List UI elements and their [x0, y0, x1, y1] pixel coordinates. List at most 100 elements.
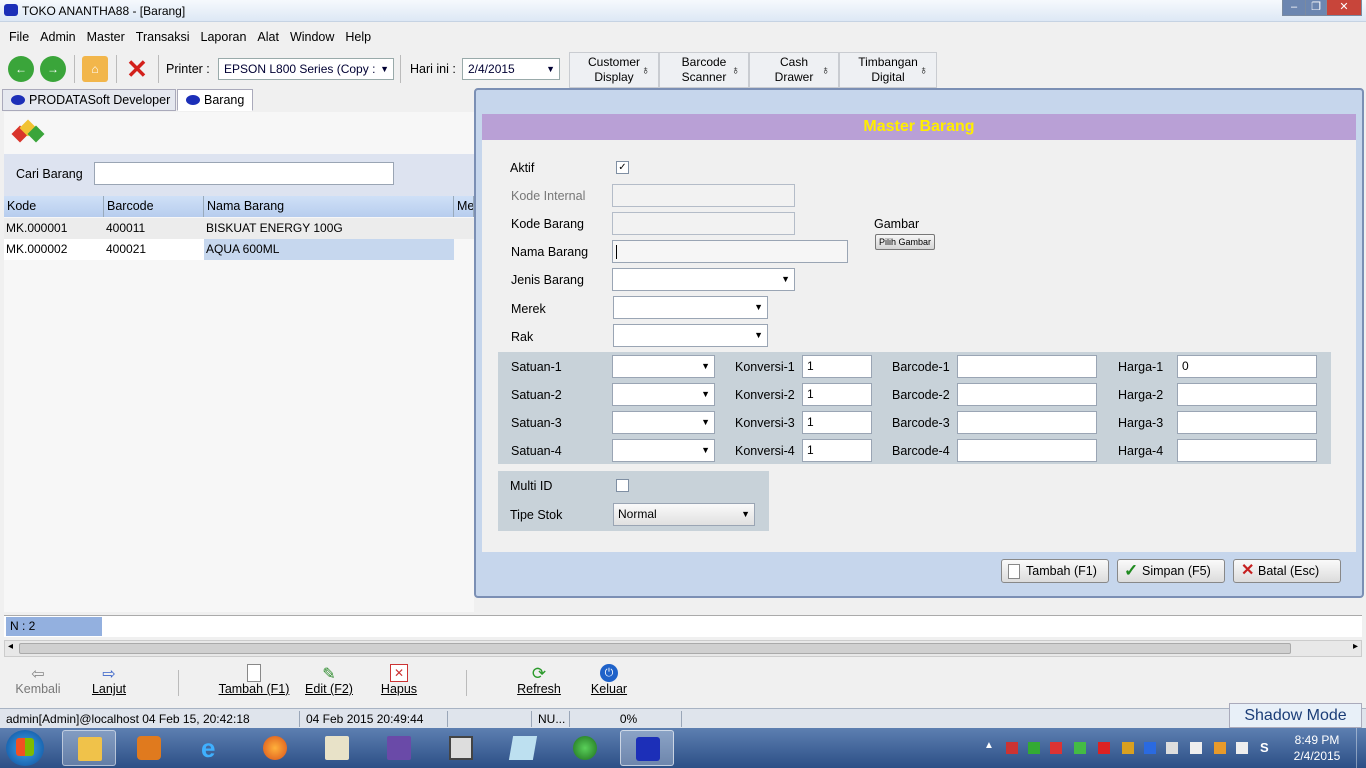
scroll-right-icon[interactable]: ▸ — [1353, 641, 1358, 652]
harga-4-input[interactable] — [1177, 439, 1317, 462]
scroll-left-icon[interactable]: ◂ — [8, 641, 13, 652]
edit-toolbar-button[interactable]: ✎ Edit (F2) — [301, 662, 357, 704]
tray-icon-8[interactable] — [1166, 742, 1178, 754]
taskbar-toko-app[interactable] — [620, 730, 674, 766]
cash-drawer-button[interactable]: Cash Drawer ♁ — [749, 52, 839, 88]
menu-file[interactable]: File — [9, 26, 29, 48]
start-button[interactable] — [6, 730, 44, 766]
tray-icon-6[interactable] — [1122, 742, 1134, 754]
pilih-gambar-button[interactable]: Pilih Gambar — [875, 234, 935, 250]
nama-barang-input[interactable] — [612, 240, 848, 263]
kode-barang-input[interactable] — [612, 212, 795, 235]
tray-icon-4[interactable] — [1074, 742, 1086, 754]
tray-icon-7[interactable] — [1144, 742, 1156, 754]
merek-label: Merek — [511, 302, 546, 316]
barcode-3-input[interactable] — [957, 411, 1097, 434]
harga-2-input[interactable] — [1177, 383, 1317, 406]
satuan-4-select[interactable]: ▼ — [612, 439, 715, 462]
taskbar-app-purple[interactable] — [372, 730, 426, 766]
konversi-3-input[interactable]: 1 — [802, 411, 872, 434]
home-icon[interactable]: ⌂ — [82, 56, 108, 82]
col-header-kode[interactable]: Kode — [4, 196, 104, 217]
jenis-barang-select[interactable]: ▼ — [612, 268, 795, 291]
tray-icon-9[interactable] — [1190, 742, 1202, 754]
keluar-button[interactable]: ⏻ Keluar — [588, 662, 630, 704]
horizontal-scrollbar[interactable]: ◂ ▸ — [4, 640, 1362, 657]
tab-barang[interactable]: Barang — [177, 89, 253, 111]
menu-window[interactable]: Window — [290, 26, 334, 48]
batal-button[interactable]: ✕ Batal (Esc) — [1233, 559, 1341, 583]
refresh-button[interactable]: ⟳ Refresh — [514, 662, 564, 704]
konversi-1-input[interactable]: 1 — [802, 355, 872, 378]
show-desktop-button[interactable] — [1356, 728, 1366, 768]
tab-prodatasoft-developer[interactable]: PRODATASoft Developer — [2, 89, 176, 111]
menu-alat[interactable]: Alat — [257, 26, 279, 48]
minimize-button[interactable]: – — [1282, 0, 1306, 16]
hapus-toolbar-button[interactable]: ✕ Hapus — [378, 662, 420, 704]
customer-display-button[interactable]: Customer Display ♁ — [569, 52, 659, 88]
menu-transaksi[interactable]: Transaksi — [136, 26, 190, 48]
shadow-mode-badge[interactable]: Shadow Mode — [1229, 703, 1362, 728]
internet-explorer-icon: e — [201, 733, 216, 763]
col-header-merek[interactable]: Me — [454, 196, 474, 217]
back-arrow-icon[interactable]: ← — [8, 56, 34, 82]
taskbar-app-window[interactable] — [434, 730, 488, 766]
menu-laporan[interactable]: Laporan — [201, 26, 247, 48]
tambah-toolbar-button[interactable]: Tambah (F1) — [214, 662, 294, 704]
tambah-button[interactable]: Tambah (F1) — [1001, 559, 1109, 583]
scroll-thumb[interactable] — [19, 643, 1291, 654]
taskbar-app-notes[interactable] — [496, 730, 550, 766]
col-header-nama-barang[interactable]: Nama Barang — [204, 196, 454, 217]
lanjut-button[interactable]: ⇨ Lanjut — [86, 662, 132, 704]
aktif-checkbox[interactable]: ✓ — [616, 161, 629, 174]
barcode-2-input[interactable] — [957, 383, 1097, 406]
close-red-x-icon[interactable]: ✕ — [124, 56, 150, 82]
tipe-stok-select[interactable]: Normal ▼ — [613, 503, 755, 526]
firefox-icon — [263, 736, 287, 760]
tray-icon-10[interactable] — [1214, 742, 1226, 754]
printer-select[interactable]: EPSON L800 Series (Copy : ▼ — [218, 58, 394, 80]
kode-internal-input[interactable] — [612, 184, 795, 207]
tray-icon-3[interactable] — [1050, 742, 1062, 754]
tray-icon-2[interactable] — [1028, 742, 1040, 754]
date-picker[interactable]: 2/4/2015 ▼ — [462, 58, 560, 80]
menu-help[interactable]: Help — [345, 26, 371, 48]
harga-1-input[interactable]: 0 — [1177, 355, 1317, 378]
multi-id-checkbox[interactable] — [616, 479, 629, 492]
tray-s-icon[interactable]: S — [1260, 741, 1272, 754]
kembali-button[interactable]: ⇦ Kembali — [12, 662, 64, 704]
volume-icon[interactable] — [1236, 742, 1248, 754]
windows-logo-icon — [16, 738, 34, 756]
taskbar-explorer[interactable] — [62, 730, 116, 766]
satuan-1-select[interactable]: ▼ — [612, 355, 715, 378]
taskbar-ie[interactable]: e — [186, 730, 240, 766]
taskbar-media-player[interactable] — [122, 730, 176, 766]
barcode-1-input[interactable] — [957, 355, 1097, 378]
tray-expand-icon[interactable]: ▲ — [984, 740, 994, 751]
harga-3-input[interactable] — [1177, 411, 1317, 434]
taskbar-editor[interactable] — [310, 730, 364, 766]
satuan-3-select[interactable]: ▼ — [612, 411, 715, 434]
taskbar-firefox[interactable] — [248, 730, 302, 766]
col-header-barcode[interactable]: Barcode — [104, 196, 204, 217]
simpan-button[interactable]: ✓ Simpan (F5) — [1117, 559, 1225, 583]
barcode-scanner-button[interactable]: Barcode Scanner ♁ — [659, 52, 749, 88]
konversi-2-input[interactable]: 1 — [802, 383, 872, 406]
tray-icon-1[interactable] — [1006, 742, 1018, 754]
rak-select[interactable]: ▼ — [613, 324, 768, 347]
taskbar-app-globe[interactable] — [558, 730, 612, 766]
system-clock[interactable]: 8:49 PM 2/4/2015 — [1286, 732, 1348, 764]
restore-button[interactable]: ❐ — [1305, 0, 1327, 16]
menu-admin[interactable]: Admin — [40, 26, 75, 48]
barcode-4-input[interactable] — [957, 439, 1097, 462]
merek-select[interactable]: ▼ — [613, 296, 768, 319]
konversi-4-input[interactable]: 1 — [802, 439, 872, 462]
timbangan-digital-button[interactable]: Timbangan Digital ♁ — [839, 52, 937, 88]
forward-arrow-icon[interactable]: → — [40, 56, 66, 82]
menu-master[interactable]: Master — [87, 26, 125, 48]
close-button[interactable]: ✕ — [1326, 0, 1362, 16]
chevron-down-icon: ▼ — [701, 445, 710, 455]
search-input[interactable] — [94, 162, 394, 185]
satuan-2-select[interactable]: ▼ — [612, 383, 715, 406]
tray-icon-5[interactable] — [1098, 742, 1110, 754]
